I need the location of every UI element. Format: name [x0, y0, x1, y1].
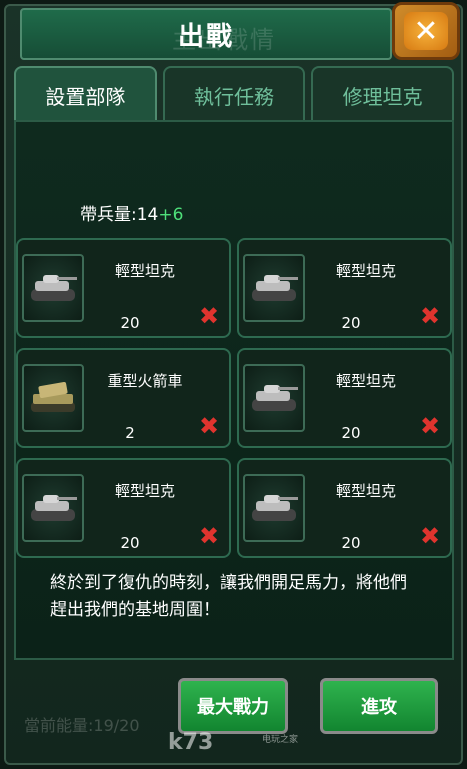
unit-card[interactable]: 輕型坦克 20 ✖: [237, 238, 452, 338]
remove-unit-button[interactable]: ✖: [418, 412, 442, 440]
unit-name: 輕型坦克: [335, 262, 396, 280]
remove-unit-button[interactable]: ✖: [418, 522, 442, 550]
unit-count: 20: [120, 534, 140, 552]
tab-bar: 設置部隊 執行任務 修理坦克: [14, 66, 455, 122]
unit-count: 20: [120, 314, 140, 332]
unit-count: 2: [125, 424, 135, 442]
title-ghost: 主出戰情: [172, 26, 276, 54]
tank-icon: [22, 254, 84, 322]
tab-set-troops[interactable]: 設置部隊: [14, 66, 157, 122]
remove-unit-button[interactable]: ✖: [418, 302, 442, 330]
unit-name: 輕型坦克: [114, 482, 175, 500]
capacity-bonus: +6: [158, 205, 184, 225]
unit-name: 輕型坦克: [335, 482, 396, 500]
tank-icon: [243, 254, 305, 322]
title-bar: 主出戰情 出戰: [20, 8, 392, 60]
rocket-vehicle-icon: [22, 364, 84, 432]
watermark-logo: k73: [168, 730, 214, 755]
tab-execute-mission[interactable]: 執行任務: [162, 66, 306, 122]
energy-label: 當前能量:19/20: [24, 716, 140, 735]
mission-message: 終於到了復仇的時刻，讓我們開足馬力，將他們趕出我們的基地周圍！: [50, 573, 407, 620]
unit-name: 輕型坦克: [114, 262, 175, 280]
remove-unit-button[interactable]: ✖: [197, 522, 221, 550]
tank-icon: [243, 474, 305, 542]
unit-name: 輕型坦克: [335, 372, 396, 390]
tab-repair-tank[interactable]: 修理坦克: [311, 66, 455, 122]
watermark-sub: 电玩之家: [262, 735, 299, 745]
unit-card[interactable]: 輕型坦克 20 ✖: [16, 458, 231, 558]
max-power-button[interactable]: 最大戰力: [178, 678, 288, 734]
remove-unit-button[interactable]: ✖: [197, 412, 221, 440]
remove-unit-button[interactable]: ✖: [197, 302, 221, 330]
unit-count: 20: [341, 314, 361, 332]
tank-icon: [243, 364, 305, 432]
tank-icon: [22, 474, 84, 542]
unit-card[interactable]: 輕型坦克 20 ✖: [16, 238, 231, 338]
attack-button[interactable]: 進攻: [320, 678, 438, 734]
unit-card[interactable]: 輕型坦克 20 ✖: [237, 348, 452, 448]
unit-card[interactable]: 重型火箭車 2 ✖: [16, 348, 231, 448]
unit-count: 20: [341, 424, 361, 442]
capacity-label: 帶兵量:14: [80, 205, 159, 225]
unit-name: 重型火箭車: [107, 372, 183, 390]
close-button[interactable]: ✕: [392, 2, 460, 60]
close-icon: ✕: [404, 12, 448, 50]
unit-count: 20: [341, 534, 361, 552]
unit-card[interactable]: 輕型坦克 20 ✖: [237, 458, 452, 558]
troop-capacity: 帶兵量:14+6: [80, 200, 183, 225]
unit-grid: 輕型坦克 20 ✖ 輕型坦克 20 ✖ 重型火箭車 2 ✖ 輕型坦克 20 ✖ …: [16, 238, 452, 558]
